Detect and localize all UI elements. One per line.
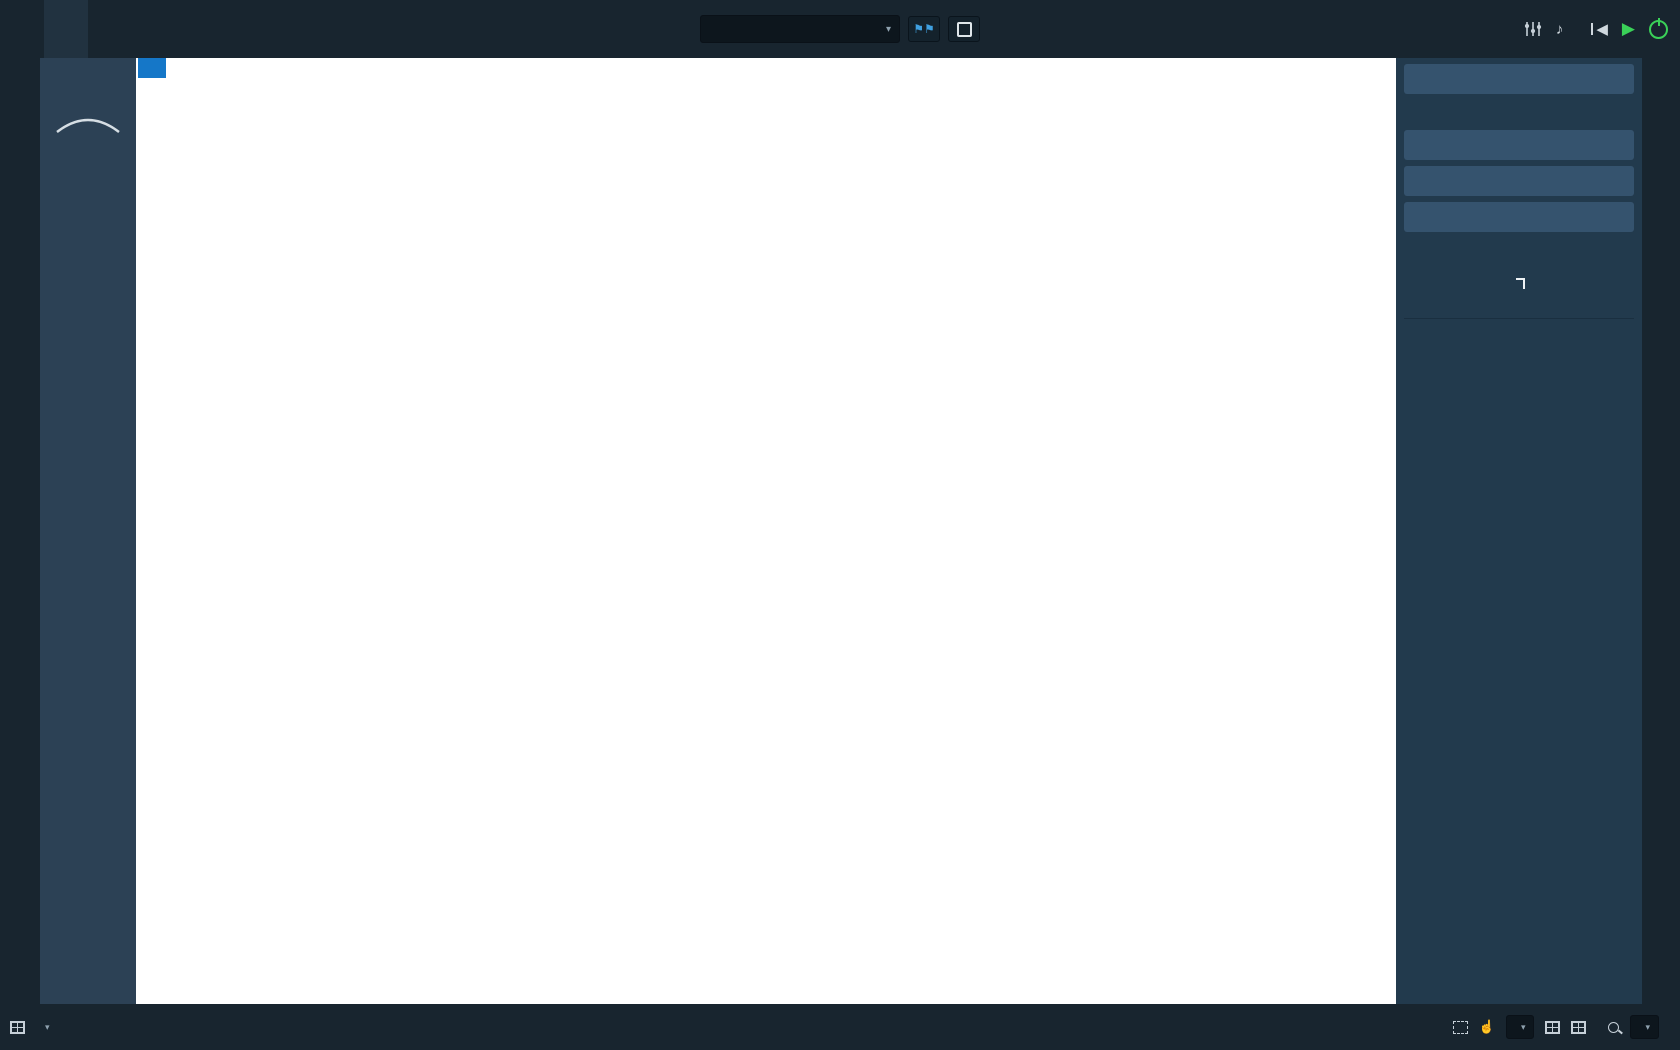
chevron-down-icon[interactable]: ▾ — [45, 1022, 50, 1033]
tab-play[interactable] — [132, 0, 176, 58]
section-uncommon-clefs[interactable] — [1404, 130, 1634, 160]
bottom-status-bar: ▾ ☝ ▾ ▾ — [0, 1004, 1680, 1050]
octave-lines-row-down — [1404, 252, 1634, 260]
hand-grab-icon[interactable]: ☝ — [1479, 1019, 1495, 1035]
notations-toolbox — [1642, 58, 1680, 1004]
workspace — [0, 58, 1680, 1004]
clefs-panel — [1396, 58, 1642, 1004]
chevron-down-icon: ▾ — [885, 23, 891, 35]
metronome-note-icon: ♪ — [1555, 20, 1564, 38]
view-type-select[interactable]: ▾ — [1505, 1015, 1535, 1039]
zoom-icon[interactable] — [1608, 1021, 1620, 1033]
section-octave-lines[interactable] — [1404, 202, 1634, 232]
tab-write[interactable] — [44, 0, 88, 58]
score-area — [136, 58, 1396, 1004]
pages-layout-icon[interactable] — [1545, 1020, 1561, 1034]
left-toolbar — [0, 58, 40, 1004]
tab-print[interactable] — [176, 0, 220, 58]
clef-button-grid — [1404, 100, 1634, 124]
tab-engrave[interactable] — [88, 0, 132, 58]
galley-layout-icon[interactable] — [1571, 1020, 1587, 1034]
play-button[interactable]: ▶ — [1622, 19, 1635, 39]
layout-selector[interactable]: ▾ — [700, 15, 900, 43]
mixer-icon[interactable] — [1524, 21, 1542, 37]
flags-toggle-button[interactable]: ⚑⚑ — [908, 16, 940, 42]
zoom-level-select[interactable]: ▾ — [1630, 1015, 1659, 1039]
section-common-clefs[interactable] — [1404, 64, 1634, 94]
slur-button[interactable] — [47, 108, 129, 142]
notes-panel — [40, 58, 136, 1004]
top-menu-bar: ▾ ⚑⚑ ♪ ◀ ▶ — [0, 0, 1680, 58]
section-archaic-clefs[interactable] — [1404, 166, 1634, 196]
chevron-down-icon: ▾ — [1645, 1021, 1650, 1032]
keyboard-input-icon[interactable] — [10, 1020, 25, 1034]
score-tab[interactable] — [138, 58, 166, 78]
marquee-select-icon[interactable] — [1452, 1020, 1468, 1034]
chevron-down-icon: ▾ — [1520, 1021, 1526, 1032]
frames-toggle-button[interactable] — [948, 16, 980, 42]
score-notation-canvas[interactable] — [136, 58, 1396, 1004]
score-page[interactable] — [136, 58, 1396, 1004]
rewind-button[interactable]: ◀ — [1591, 20, 1608, 38]
loco-button[interactable] — [1513, 270, 1525, 304]
frame-icon — [956, 21, 972, 37]
flag-icon: ⚑⚑ — [913, 22, 935, 36]
octave-lines-row-up — [1404, 238, 1634, 246]
power-button[interactable] — [1649, 19, 1668, 39]
tab-setup[interactable] — [0, 0, 44, 58]
